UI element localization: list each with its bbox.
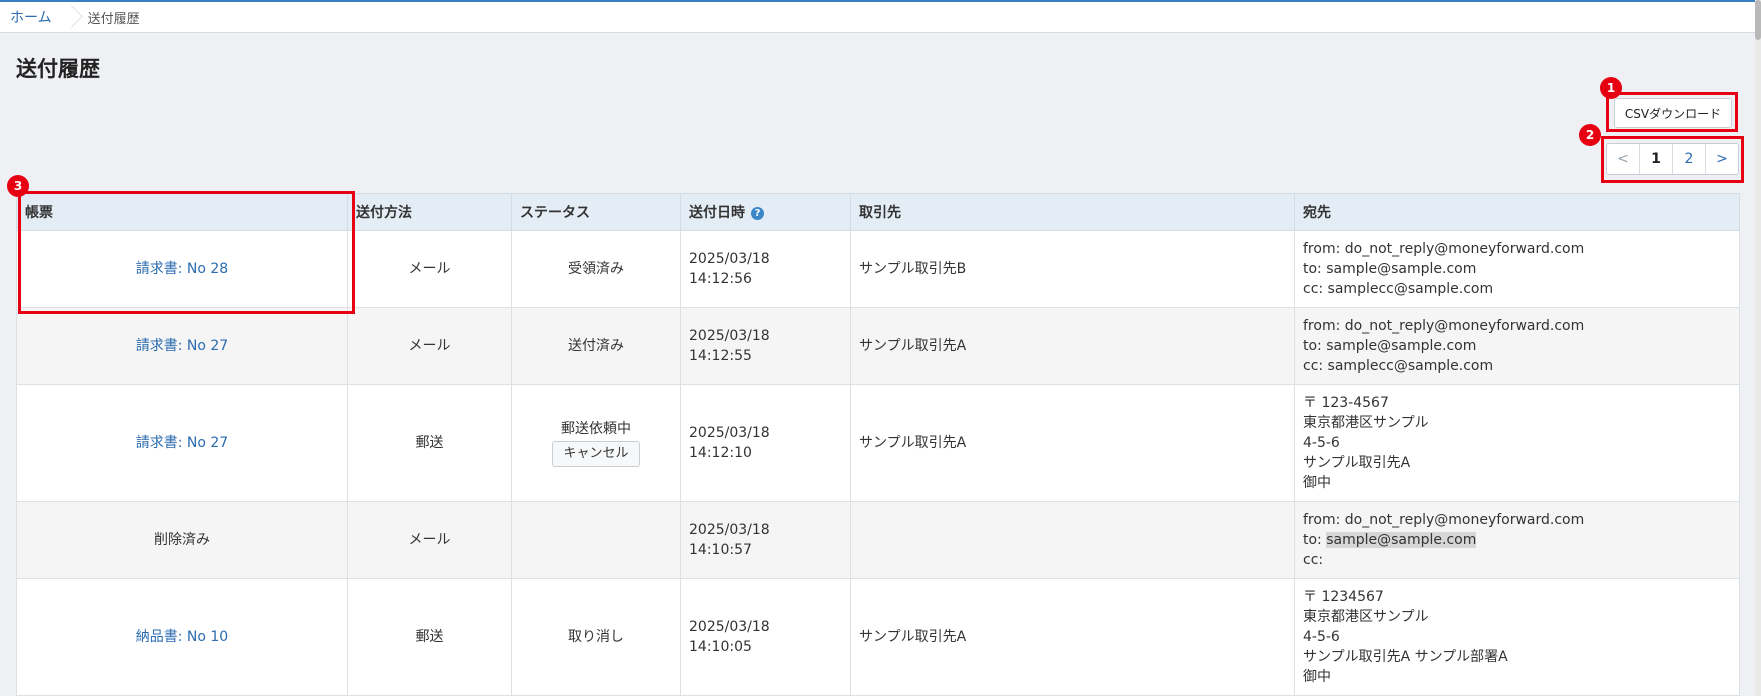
sent-at-cell: 2025/03/18 14:12:10 — [680, 384, 851, 502]
status-cell: 送付済み — [511, 307, 681, 385]
sent-date: 2025/03/18 — [689, 251, 770, 267]
recipient-line: 4-5-6 — [1303, 435, 1340, 451]
client-cell: サンプル取引先A — [850, 578, 1295, 696]
status-cell: 取り消し — [511, 578, 681, 696]
document-cell: 請求書: No 27 — [16, 384, 348, 502]
scrollbar[interactable] — [1755, 0, 1761, 696]
scrollbar-thumb[interactable] — [1755, 0, 1761, 40]
status-text: 郵送依頼中 — [561, 421, 631, 437]
page-title: 送付履歴 — [16, 57, 100, 81]
document-link[interactable]: 請求書: No 27 — [136, 338, 228, 354]
recipient-line: to: sample@sample.com — [1303, 261, 1477, 277]
sent-time: 14:10:57 — [689, 542, 752, 558]
help-icon[interactable]: ? — [751, 207, 764, 220]
recipient-line: サンプル取引先A サンプル部署A — [1303, 649, 1508, 665]
column-header-recipient: 宛先 — [1294, 193, 1740, 231]
sent-time: 14:10:05 — [689, 639, 752, 655]
recipient-line: サンプル取引先A — [1303, 455, 1411, 471]
sent-date: 2025/03/18 — [689, 619, 770, 635]
table-row: 納品書: No 10 郵送 取り消し 2025/03/18 14:10:05 サン… — [16, 578, 1740, 696]
recipient-line: 〒 1234567 — [1303, 589, 1384, 605]
annotation-badge-2: 2 — [1579, 124, 1601, 146]
method-cell: メール — [347, 230, 512, 308]
document-cell: 削除済み — [16, 501, 348, 579]
recipient-line: 東京都港区サンプル — [1303, 415, 1429, 431]
column-header-client: 取引先 — [850, 193, 1295, 231]
client-cell: サンプル取引先A — [850, 307, 1295, 385]
pagination: < 1 2 > — [1606, 143, 1739, 175]
recipient-cell: from: do_not_reply@moneyforward.com to: … — [1294, 501, 1740, 579]
client-cell: サンプル取引先A — [850, 384, 1295, 502]
sent-time: 14:12:10 — [689, 445, 752, 461]
recipient-line: 〒 123-4567 — [1303, 395, 1389, 411]
pagination-next-button[interactable]: > — [1706, 144, 1738, 174]
status-cell — [511, 501, 681, 579]
recipient-line: 4-5-6 — [1303, 629, 1340, 645]
recipient-cell: from: do_not_reply@moneyforward.com to: … — [1294, 230, 1740, 308]
column-header-status: ステータス — [511, 193, 681, 231]
document-cell: 納品書: No 10 — [16, 578, 348, 696]
document-link[interactable]: 納品書: No 10 — [136, 629, 228, 645]
recipient-cell: from: do_not_reply@moneyforward.com to: … — [1294, 307, 1740, 385]
breadcrumb: ホーム 送付履歴 — [0, 2, 1755, 33]
method-cell: 郵送 — [347, 384, 512, 502]
client-cell — [850, 501, 1295, 579]
table-row: 請求書: No 27 メール 送付済み 2025/03/18 14:12:55 サ… — [16, 307, 1740, 385]
method-cell: メール — [347, 501, 512, 579]
sent-at-cell: 2025/03/18 14:10:57 — [680, 501, 851, 579]
recipient-line: 御中 — [1303, 475, 1331, 491]
document-cell: 請求書: No 27 — [16, 307, 348, 385]
annotation-box-3 — [18, 191, 355, 314]
pagination-page-2[interactable]: 2 — [1673, 144, 1706, 174]
breadcrumb-separator — [68, 2, 78, 32]
breadcrumb-current: 送付履歴 — [87, 11, 140, 27]
sent-date: 2025/03/18 — [689, 328, 770, 344]
pagination-page-1[interactable]: 1 — [1640, 144, 1673, 174]
recipient-line: 東京都港区サンプル — [1303, 609, 1429, 625]
sent-at-cell: 2025/03/18 14:12:55 — [680, 307, 851, 385]
recipient-line: from: do_not_reply@moneyforward.com — [1303, 318, 1585, 334]
recipient-cell: 〒 1234567 東京都港区サンプル 4-5-6 サンプル取引先A サンプル部… — [1294, 578, 1740, 696]
column-header-method: 送付方法 — [347, 193, 512, 231]
recipient-line: cc: samplecc@sample.com — [1303, 281, 1494, 297]
csv-download-button[interactable]: CSVダウンロード — [1614, 98, 1732, 128]
status-cell: 郵送依頼中 キャンセル — [511, 384, 681, 502]
sent-date: 2025/03/18 — [689, 522, 770, 538]
sent-at-cell: 2025/03/18 14:10:05 — [680, 578, 851, 696]
recipient-to-label: to: — [1303, 532, 1327, 548]
recipient-to-highlighted: sample@sample.com — [1326, 532, 1477, 548]
sent-date: 2025/03/18 — [689, 425, 770, 441]
cancel-button[interactable]: キャンセル — [552, 441, 640, 467]
table-row: 請求書: No 27 郵送 郵送依頼中 キャンセル 2025/03/18 14:1… — [16, 384, 1740, 502]
method-cell: 郵送 — [347, 578, 512, 696]
sent-time: 14:12:55 — [689, 348, 752, 364]
recipient-line: cc: — [1303, 552, 1324, 568]
breadcrumb-home-link[interactable]: ホーム — [0, 7, 68, 27]
recipient-line: cc: samplecc@sample.com — [1303, 358, 1494, 374]
recipient-line: 御中 — [1303, 669, 1331, 685]
client-cell: サンプル取引先B — [850, 230, 1295, 308]
sent-at-cell: 2025/03/18 14:12:56 — [680, 230, 851, 308]
column-header-sent-at: 送付日時? — [680, 193, 851, 231]
recipient-line: to: sample@sample.com — [1303, 338, 1477, 354]
recipient-line: from: do_not_reply@moneyforward.com — [1303, 512, 1585, 528]
table-row: 削除済み メール 2025/03/18 14:10:57 from: do_not… — [16, 501, 1740, 579]
recipient-line: to: sample@sample.com — [1303, 530, 1731, 550]
column-header-sent-at-label: 送付日時 — [689, 205, 745, 221]
annotation-badge-3: 3 — [7, 175, 29, 197]
sent-time: 14:12:56 — [689, 271, 752, 287]
method-cell: メール — [347, 307, 512, 385]
recipient-cell: 〒 123-4567 東京都港区サンプル 4-5-6 サンプル取引先A 御中 — [1294, 384, 1740, 502]
status-cell: 受領済み — [511, 230, 681, 308]
document-link[interactable]: 請求書: No 27 — [136, 435, 228, 451]
recipient-line: from: do_not_reply@moneyforward.com — [1303, 241, 1585, 257]
annotation-badge-1: 1 — [1600, 77, 1622, 99]
pagination-prev-button[interactable]: < — [1607, 144, 1640, 174]
